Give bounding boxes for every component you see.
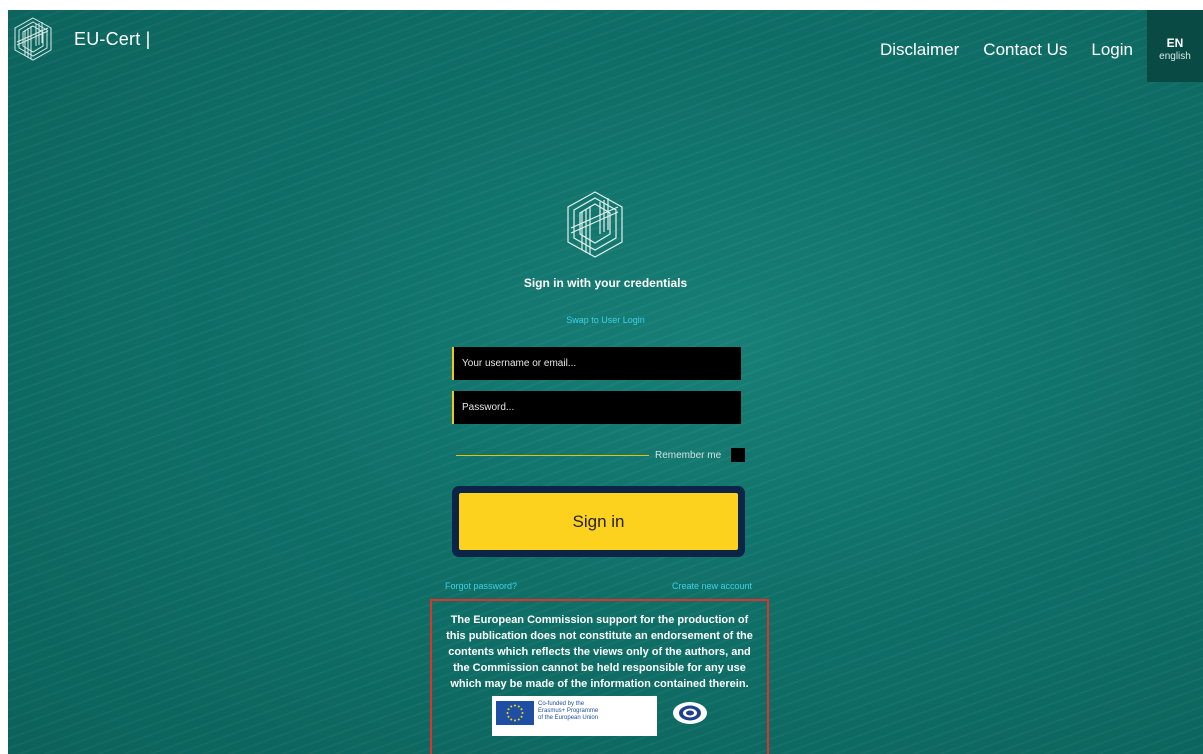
- disclaimer-text: The European Commission support for the …: [446, 614, 753, 690]
- create-account-link[interactable]: Create new account: [672, 581, 752, 591]
- remember-divider: [456, 455, 649, 456]
- funding-logos: Co-funded by the Erasmus+ Programme of t…: [432, 696, 767, 736]
- eu-badge-text: Co-funded by the Erasmus+ Programme of t…: [538, 701, 598, 722]
- swap-user-login-link[interactable]: Swap to User Login: [8, 315, 1203, 325]
- header: EU-Cert | Disclaimer Contact Us Login EN…: [8, 10, 1203, 90]
- partner-seal-icon: [673, 702, 707, 724]
- page: EU-Cert | Disclaimer Contact Us Login EN…: [8, 10, 1203, 754]
- top-nav: Disclaimer Contact Us Login: [880, 40, 1133, 60]
- sign-in-button-frame: Sign in: [452, 486, 745, 557]
- eu-cert-logo-icon: [12, 16, 54, 62]
- remember-me-row: Remember me: [456, 448, 746, 464]
- eu-badge-line-3: of the European Union: [538, 715, 599, 721]
- brand-home-link[interactable]: EU-Cert |: [12, 16, 150, 62]
- forgot-password-link[interactable]: Forgot password?: [445, 581, 517, 591]
- remember-me-label: Remember me: [655, 450, 722, 461]
- login-title: Sign in with your credentials: [523, 276, 688, 290]
- brand-name: EU-Cert |: [74, 28, 151, 49]
- language-selector[interactable]: EN english: [1147, 10, 1203, 82]
- nav-disclaimer-link[interactable]: Disclaimer: [880, 40, 959, 60]
- eu-flag-icon: [496, 701, 534, 725]
- eu-badge-line-1: Co-funded by the: [538, 701, 585, 707]
- disclaimer-box: The European Commission support for the …: [430, 599, 769, 754]
- nav-login-link[interactable]: Login: [1091, 40, 1133, 60]
- sign-in-button[interactable]: Sign in: [459, 493, 738, 550]
- remember-me-checkbox[interactable]: [731, 448, 745, 462]
- eu-cofunded-badge: Co-funded by the Erasmus+ Programme of t…: [492, 696, 657, 736]
- username-input[interactable]: [452, 347, 741, 380]
- nav-contact-link[interactable]: Contact Us: [983, 40, 1067, 60]
- center-logo-icon: [564, 190, 626, 260]
- eu-badge-line-2: Erasmus+ Programme: [538, 708, 599, 714]
- language-name: english: [1159, 51, 1191, 62]
- password-input[interactable]: [452, 391, 741, 424]
- language-code: EN: [1166, 36, 1184, 50]
